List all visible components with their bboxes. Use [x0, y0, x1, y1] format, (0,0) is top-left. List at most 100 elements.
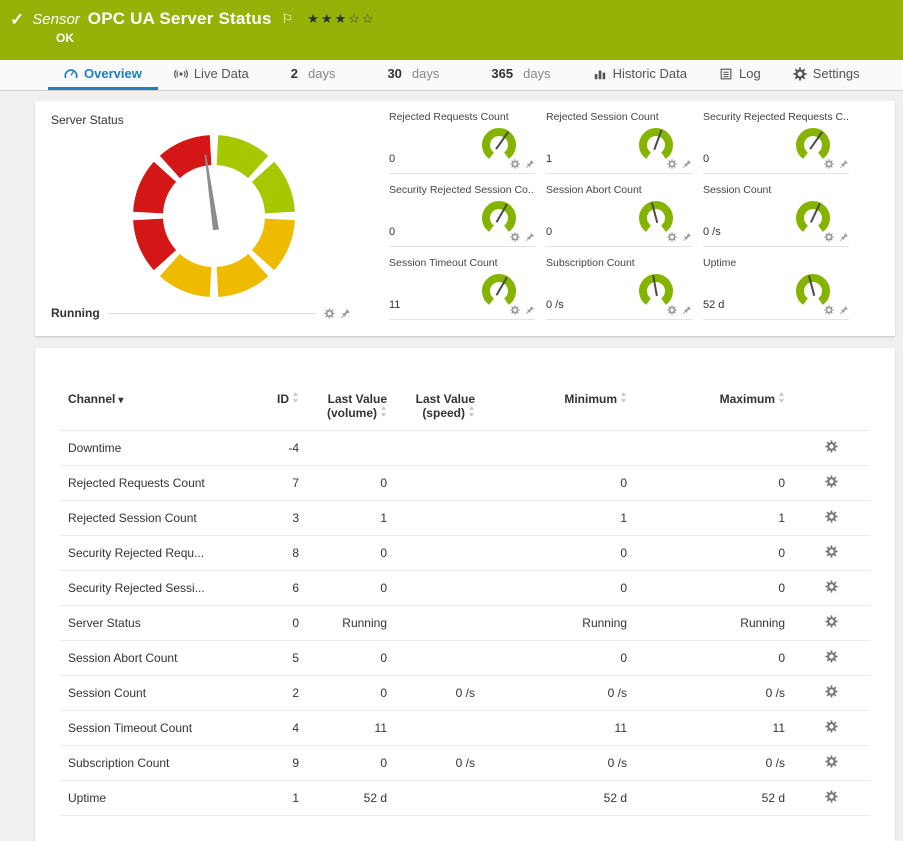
- gauge-label: Rejected Session Count: [546, 111, 692, 123]
- pin-icon[interactable]: [839, 232, 849, 242]
- pin-icon[interactable]: [839, 305, 849, 315]
- gauge-value: 0 /s: [546, 299, 564, 311]
- col-id[interactable]: ID: [245, 388, 307, 431]
- tab-30-days[interactable]: 30 days: [361, 60, 465, 90]
- flag-icon[interactable]: ⚐: [282, 11, 294, 27]
- gear-icon[interactable]: [667, 159, 677, 169]
- pin-icon[interactable]: [525, 305, 535, 315]
- gauge-tile-actions: [824, 305, 849, 315]
- gear-icon[interactable]: [667, 232, 677, 242]
- table-row[interactable]: Session Timeout Count4111111: [60, 711, 870, 746]
- cell-id: 2: [245, 676, 307, 711]
- cell-id: 1: [245, 781, 307, 816]
- col-minimum[interactable]: Minimum: [483, 388, 635, 431]
- cell-channel: Server Status: [60, 606, 245, 641]
- col-channel[interactable]: Channel▾: [60, 388, 245, 431]
- channel-settings-icon[interactable]: [825, 545, 838, 558]
- sort-icon[interactable]: [468, 406, 475, 417]
- col-label: Last Value: [315, 392, 387, 406]
- sensor-header-row: ✓ Sensor OPC UA Server Status ⚐ ★★★☆☆: [0, 0, 903, 29]
- gauge-tile-actions: [510, 305, 535, 315]
- sort-icon[interactable]: [380, 406, 387, 417]
- sort-icon[interactable]: [292, 392, 299, 403]
- sort-icon[interactable]: [778, 392, 785, 403]
- cell-id: 8: [245, 536, 307, 571]
- gear-icon[interactable]: [510, 159, 520, 169]
- channel-settings-icon[interactable]: [825, 685, 838, 698]
- gear-icon[interactable]: [824, 305, 834, 315]
- channel-settings-icon[interactable]: [825, 510, 838, 523]
- table-row[interactable]: Subscription Count900 /s0 /s0 /s: [60, 746, 870, 781]
- gear-icon[interactable]: [667, 305, 677, 315]
- table-row[interactable]: Session Count200 /s0 /s0 /s: [60, 676, 870, 711]
- tab-label-unit: days: [412, 66, 439, 81]
- page-content: Server Status Running Rejected Requests …: [0, 91, 903, 841]
- tab-2-days[interactable]: 2 days: [265, 60, 362, 90]
- cell-settings: [793, 676, 870, 711]
- channel-settings-icon[interactable]: [825, 440, 838, 453]
- gauge-tile-actions: [667, 232, 692, 242]
- sort-icon[interactable]: [620, 392, 627, 403]
- channel-settings-icon[interactable]: [825, 580, 838, 593]
- cell-channel: Session Abort Count: [60, 641, 245, 676]
- cell-minimum: 0: [483, 571, 635, 606]
- channel-settings-icon[interactable]: [825, 790, 838, 803]
- cell-volume: 0: [307, 571, 395, 606]
- col-last-value-speed[interactable]: Last Value (speed): [395, 388, 483, 431]
- priority-stars[interactable]: ★★★☆☆: [307, 11, 375, 27]
- col-last-value-volume[interactable]: Last Value (volume): [307, 388, 395, 431]
- gear-icon[interactable]: [824, 232, 834, 242]
- pin-icon[interactable]: [525, 159, 535, 169]
- table-row[interactable]: Downtime-4: [60, 431, 870, 466]
- pin-icon[interactable]: [340, 308, 351, 319]
- table-row[interactable]: Session Abort Count5000: [60, 641, 870, 676]
- table-row[interactable]: Security Rejected Requ...8000: [60, 536, 870, 571]
- col-settings: [793, 388, 870, 431]
- tab-settings[interactable]: Settings: [777, 60, 876, 90]
- cell-volume: Running: [307, 606, 395, 641]
- server-status-tile: Server Status Running: [51, 111, 351, 330]
- gauge-tile-actions: [824, 159, 849, 169]
- tab-log[interactable]: Log: [703, 60, 777, 90]
- gauge-tile-actions: [667, 159, 692, 169]
- channel-settings-icon[interactable]: [825, 720, 838, 733]
- channel-settings-icon[interactable]: [825, 650, 838, 663]
- pin-icon[interactable]: [682, 159, 692, 169]
- cell-settings: [793, 431, 870, 466]
- cell-speed: [395, 466, 483, 501]
- gauge-tile-actions: [510, 159, 535, 169]
- gear-icon[interactable]: [324, 308, 335, 319]
- pin-icon[interactable]: [525, 232, 535, 242]
- gauge-tile: Session Abort Count 0: [546, 184, 692, 247]
- cell-id: -4: [245, 431, 307, 466]
- gauge-tile: Rejected Session Count 1: [546, 111, 692, 174]
- table-row[interactable]: Server Status0RunningRunningRunning: [60, 606, 870, 641]
- tab-historic-data[interactable]: Historic Data: [577, 60, 703, 90]
- gauge-value: 0: [389, 226, 395, 238]
- pin-icon[interactable]: [682, 305, 692, 315]
- table-row[interactable]: Uptime152 d52 d52 d: [60, 781, 870, 816]
- col-maximum[interactable]: Maximum: [635, 388, 793, 431]
- cell-speed: [395, 606, 483, 641]
- channel-settings-icon[interactable]: [825, 475, 838, 488]
- table-row[interactable]: Rejected Session Count3111: [60, 501, 870, 536]
- table-row[interactable]: Security Rejected Sessi...6000: [60, 571, 870, 606]
- tab-label-number: 2: [291, 66, 298, 81]
- log-icon: [719, 67, 733, 81]
- gear-icon[interactable]: [510, 305, 520, 315]
- channel-settings-icon[interactable]: [825, 755, 838, 768]
- tab-live-data[interactable]: Live Data: [158, 60, 265, 90]
- server-status-gauge: [127, 127, 301, 305]
- channel-settings-icon[interactable]: [825, 615, 838, 628]
- cell-maximum: 0: [635, 466, 793, 501]
- gear-icon[interactable]: [824, 159, 834, 169]
- pin-icon[interactable]: [839, 159, 849, 169]
- gear-icon[interactable]: [510, 232, 520, 242]
- tab-365-days[interactable]: 365 days: [465, 60, 576, 90]
- tab-overview[interactable]: Overview: [48, 60, 158, 90]
- table-row[interactable]: Rejected Requests Count7000: [60, 466, 870, 501]
- cell-id: 0: [245, 606, 307, 641]
- table-header-row: Channel▾ ID Last Value (volume) Last Val…: [60, 388, 870, 431]
- pin-icon[interactable]: [682, 232, 692, 242]
- cell-id: 7: [245, 466, 307, 501]
